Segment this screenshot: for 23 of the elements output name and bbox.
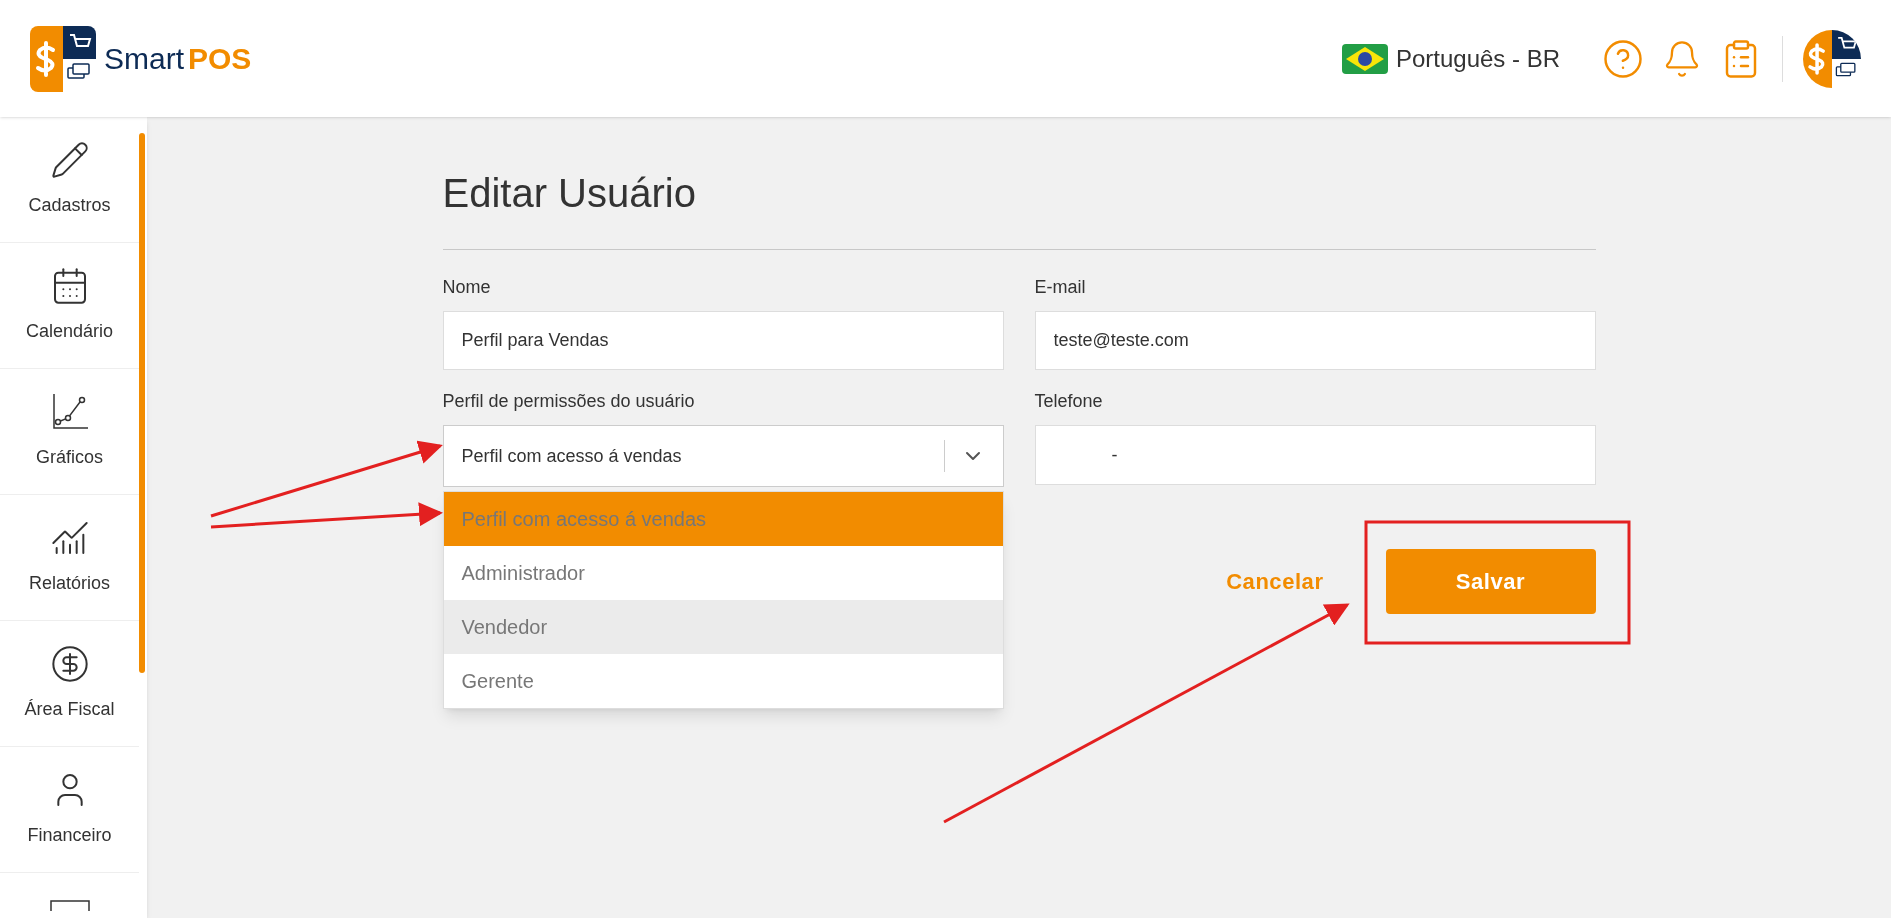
scrollbar[interactable]	[139, 133, 145, 673]
language-selector[interactable]: Português - BR	[1341, 40, 1560, 77]
profile-select[interactable]: Perfil com acesso á vendas	[442, 425, 1004, 487]
phone-input[interactable]: -	[1034, 425, 1596, 485]
email-input[interactable]: teste@teste.com	[1034, 311, 1596, 370]
help-icon[interactable]	[1602, 37, 1644, 80]
dollar-icon	[49, 644, 90, 684]
dropdown-option[interactable]: Gerente	[443, 654, 1003, 708]
name-input[interactable]: Perfil para Vendas	[442, 311, 1004, 370]
flag-icon	[1341, 43, 1388, 74]
dropdown-option[interactable]: Administrador	[443, 546, 1003, 600]
field-label: Telefone	[1034, 390, 1104, 413]
brand-name: SmartPOS	[104, 41, 252, 77]
field-label: E-mail	[1034, 276, 1087, 299]
field-label: Nome	[442, 276, 492, 299]
field-label: Perfil de permissões do usuário	[442, 390, 696, 413]
avatar-logo-icon[interactable]	[1803, 29, 1861, 88]
logo-icon	[30, 25, 96, 92]
sidebar-item[interactable]: Financeiro	[0, 747, 139, 873]
page-title: Editar Usuário	[442, 170, 697, 217]
pencil-icon	[49, 140, 90, 180]
sidebar-item[interactable]: Área Fiscal	[0, 621, 139, 747]
dropdown-option[interactable]: Vendedor	[443, 600, 1003, 654]
